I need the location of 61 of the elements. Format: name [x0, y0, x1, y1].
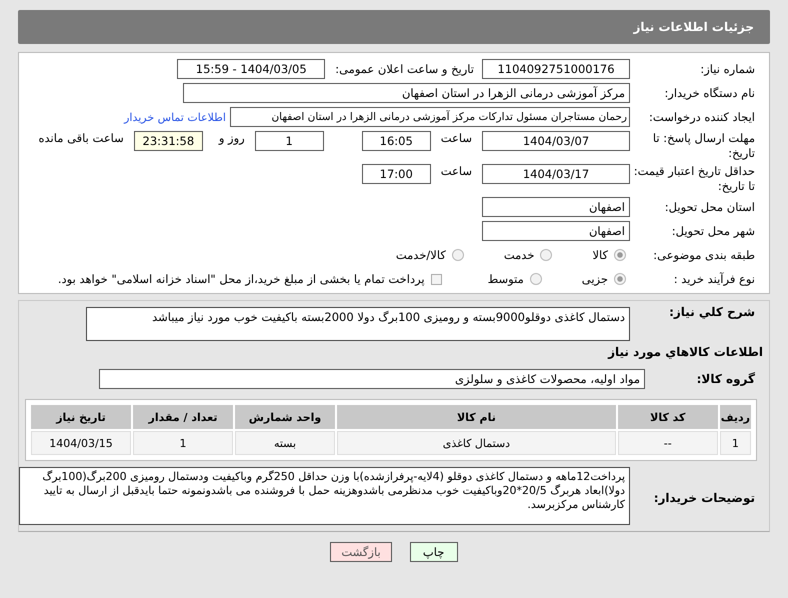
field-label: شرح کلي نياز: — [668, 305, 756, 320]
requester-field: رحمان مستاجران مسئول تدارکات مرکز آموزشی درمانی الزهرا در استان اصفهان — [230, 107, 630, 127]
days-label: روز و — [218, 131, 245, 145]
radio-label: خدمت — [504, 248, 534, 262]
validity-date-field: 1404/03/17 — [482, 164, 630, 184]
table-cell: -- — [618, 431, 718, 455]
column-header: کد کالا — [618, 405, 718, 429]
column-header: تاریخ نیاز — [31, 405, 131, 429]
checkbox-label: پرداخت تمام یا بخشی از مبلغ خرید،از محل "اسناد خزانه اسلامی" خواهد بود. — [58, 272, 425, 286]
need-number-field: 1104092751000176 — [482, 59, 630, 79]
field-label: مهلت ارسال پاسخ: تا تاریخ: — [652, 131, 756, 161]
table-cell: بسته — [235, 431, 335, 455]
field-label: ایجاد کننده درخواست: — [648, 110, 756, 124]
radio-button[interactable] — [452, 249, 464, 261]
buyer-org-field: مرکز آموزشی درمانی الزهرا در استان اصفهان — [183, 83, 630, 103]
checkbox[interactable] — [430, 274, 442, 284]
deadline-date-field: 1404/03/07 — [482, 131, 630, 151]
radio-label: کالا/خدمت — [396, 248, 446, 262]
field-label: طبقه بندی موضوعی: — [652, 248, 756, 262]
radio-button[interactable] — [614, 273, 626, 285]
remaining-time-field: 23:31:58 — [134, 131, 203, 151]
field-label: نام دستگاه خریدار: — [663, 86, 756, 100]
radio-label: جزیی — [582, 272, 608, 286]
goods-group-field: مواد اولیه، محصولات کاغذی و سلولزی — [99, 369, 645, 389]
back-button[interactable]: بازگشت — [330, 542, 392, 562]
field-label: توضیحات خریدار: — [652, 491, 756, 506]
field-label: شهر محل تحویل: — [670, 224, 756, 238]
remaining-label: ساعت باقی مانده — [38, 131, 124, 145]
field-label: استان محل تحویل: — [664, 200, 756, 214]
days-field: 1 — [254, 131, 324, 151]
table-cell: دستمال کاغذی — [337, 431, 616, 455]
radio-label: کالا — [592, 248, 608, 262]
column-header: تعداد / مقدار — [133, 405, 233, 429]
print-button[interactable]: چاپ — [410, 542, 458, 562]
announce-date-field: 1404/03/05 - 15:59 — [177, 59, 326, 79]
province-field: اصفهان — [482, 197, 630, 217]
radio-button[interactable] — [530, 273, 542, 285]
field-label: تاریخ و ساعت اعلان عمومی: — [335, 62, 474, 76]
table-cell: 1 — [133, 431, 233, 455]
field-label: نوع فرآیند خرید : — [672, 272, 756, 286]
radio-button[interactable] — [540, 249, 552, 261]
column-header: واحد شمارش — [235, 405, 335, 429]
time-label: ساعت — [440, 131, 472, 145]
field-label: حداقل تاریخ اعتبار قیمت: تا تاریخ: — [632, 164, 756, 194]
radio-label: متوسط — [488, 272, 524, 286]
city-field: اصفهان — [482, 221, 630, 241]
table-cell: 1 — [720, 431, 751, 455]
deadline-time-field: 16:05 — [362, 131, 431, 151]
section-title: اطلاعات کالاهاي مورد نياز — [606, 345, 764, 359]
validity-time-field: 17:00 — [362, 164, 431, 184]
field-label: گروه کالا: — [696, 372, 756, 386]
table-cell: 1404/03/15 — [31, 431, 131, 455]
radio-button[interactable] — [614, 249, 626, 261]
column-header: نام کالا — [337, 405, 616, 429]
buyer-notes-textarea[interactable]: پرداخت12ماهه و دستمال کاغذی دوقلو (4لایه-پرفرازشده)با وزن حداقل 250گرم وباکیفیت ودستمال رومیزی 200برگ(100برگ دولا)ابعاد هربرگ 20/5*20وباکیفیت خوب مدنظرمی باشدوهزینه حمل با فروشنده می باشدونمونه حتما بایدقبل از ارسال به تایید کارشناس مرکزبرسد. — [19, 467, 630, 525]
summary-textarea[interactable]: دستمال کاغذی دوقلو9000بسته و رومیزی 100برگ دولا 2000بسته باکیفیت خوب مورد نیاز میباشد — [86, 307, 630, 341]
page-title: جزئیات اطلاعات نیاز — [633, 20, 754, 34]
field-label: شماره نیاز: — [699, 62, 756, 76]
buyer-contact-link[interactable]: اطلاعات تماس خریدار — [124, 110, 226, 124]
column-header: ردیف — [720, 405, 751, 429]
time-label: ساعت — [440, 164, 472, 178]
